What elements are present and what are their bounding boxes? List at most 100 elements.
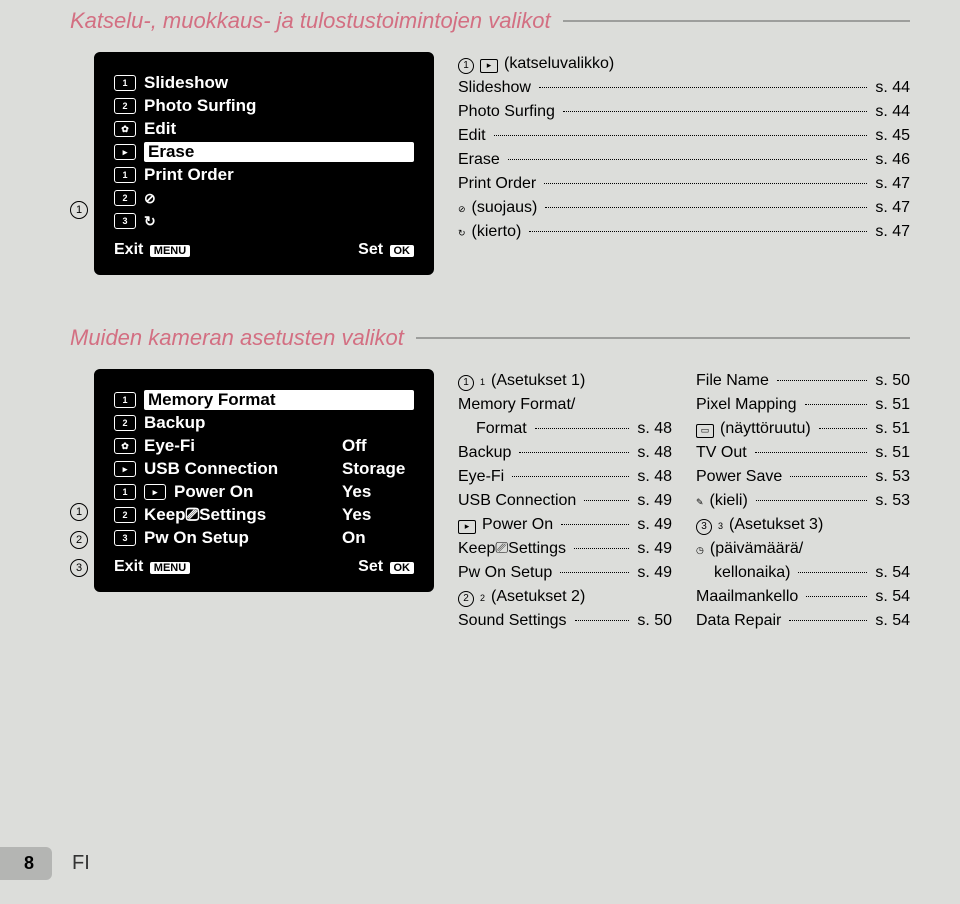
menu-row: ✿Edit <box>114 119 414 139</box>
entry-label: (Asetukset 2) <box>491 585 585 609</box>
list-entry: Maailmankellos. 54 <box>696 585 910 609</box>
entry-label: Pw On Setup <box>458 561 552 585</box>
page-ref: s. 45 <box>875 124 910 148</box>
entry-label: (suojaus) <box>472 196 538 220</box>
leader-dots <box>756 500 868 501</box>
menu-label: Pw On Setup <box>144 528 334 548</box>
list-entry: ↻(kierto)s. 47 <box>458 220 910 244</box>
list-entry: Photo Surfings. 44 <box>458 100 910 124</box>
clock-icon: ◷ <box>696 544 704 558</box>
page-ref: s. 54 <box>875 561 910 585</box>
entry-label: (katseluvalikko) <box>504 52 614 76</box>
exit-label: Exit MENU <box>114 558 190 576</box>
entry-label: Format <box>476 417 527 441</box>
entry-label: (kierto) <box>472 220 522 244</box>
page-ref: s. 50 <box>637 609 672 633</box>
camera-screen-playback: 1Slideshow2Photo Surfing✿Edit▸Erase1Prin… <box>94 52 434 275</box>
menu-row: ▸Erase <box>114 142 414 162</box>
leader-dots <box>805 404 868 405</box>
page-ref: s. 54 <box>875 609 910 633</box>
menu-row: 1▸Power OnYes <box>114 482 414 502</box>
movie-icon: ✿ <box>114 438 136 454</box>
menu-label: Memory Format <box>144 390 414 410</box>
entry-label: Erase <box>458 148 500 172</box>
page-ref: s. 44 <box>875 76 910 100</box>
wrench2-icon: 2 <box>480 592 485 606</box>
wrench3-icon: 3 <box>114 530 136 546</box>
list-entry: ◷ (päivämäärä/ <box>696 537 910 561</box>
wrench1-icon: 1 <box>114 167 136 183</box>
menu-row: ✿Eye-FiOff <box>114 436 414 456</box>
camera1-icon: 1 <box>114 75 136 91</box>
menu-key: MENU <box>150 245 190 257</box>
monitor-icon: ▭ <box>696 424 714 438</box>
page-ref: s. 51 <box>875 417 910 441</box>
entry-label: TV Out <box>696 441 747 465</box>
marker-2: 2 <box>70 531 88 549</box>
inline-marker: 3 <box>696 519 712 535</box>
list-entry: ✎(kieli)s. 53 <box>696 489 910 513</box>
camera2-icon: 2 <box>114 415 136 431</box>
entry-label: Memory Format/ <box>458 393 575 417</box>
leader-dots <box>512 476 629 477</box>
page-ref: s. 47 <box>875 172 910 196</box>
entry-label: (kieli) <box>710 489 748 513</box>
entry-label: (näyttöruutu) <box>720 417 811 441</box>
menu-label: Edit <box>144 119 414 139</box>
entry-label: Power On <box>482 513 553 537</box>
entry-label: Maailmankello <box>696 585 798 609</box>
entry-label: Backup <box>458 441 511 465</box>
menu-row: 2Backup <box>114 413 414 433</box>
list-entry: Pixel Mappings. 51 <box>696 393 910 417</box>
leader-dots <box>560 572 629 573</box>
list-entry: Formats. 48 <box>458 417 672 441</box>
page-ref: s. 50 <box>875 369 910 393</box>
list-entry: Eye-Fi s. 48 <box>458 465 672 489</box>
entry-label: (Asetukset 1) <box>491 369 585 393</box>
list-entry: Edit s. 45 <box>458 124 910 148</box>
section-title-2: Muiden kameran asetusten valikot <box>70 325 910 351</box>
list-entry: Sound Settings s. 50 <box>458 609 672 633</box>
list-entry: ▸Power Ons. 49 <box>458 513 672 537</box>
menu-label: Keep⎚Settings <box>144 505 334 525</box>
camera-screen-setup: 1Memory Format2Backup✿Eye-FiOff▸USB Conn… <box>94 369 434 592</box>
leader-dots <box>563 111 867 112</box>
leader-dots <box>529 231 867 232</box>
entry-label: Keep⎚Settings <box>458 537 566 561</box>
entry-label: Photo Surfing <box>458 100 555 124</box>
page-footer: 8 FI <box>0 847 960 880</box>
entry-label: (päivämäärä/ <box>710 537 803 561</box>
leader-dots <box>508 159 868 160</box>
set-label: Set OK <box>358 241 414 259</box>
page-ref: s. 46 <box>875 148 910 172</box>
leader-dots <box>561 524 629 525</box>
menu-label: Print Order <box>144 165 414 185</box>
rotate-icon: ↻ <box>458 227 466 241</box>
entry-label: Sound Settings <box>458 609 567 633</box>
list-entry: ▭ (näyttöruutu) s. 51 <box>696 417 910 441</box>
play-icon: ▸ <box>114 144 136 160</box>
page-ref: s. 49 <box>637 561 672 585</box>
leader-dots <box>544 183 867 184</box>
entry-label: Data Repair <box>696 609 781 633</box>
page-number: 8 <box>0 847 52 880</box>
list-entry: Print Orders. 47 <box>458 172 910 196</box>
entry-label: Slideshow <box>458 76 531 100</box>
page-ref: s. 51 <box>875 441 910 465</box>
page-ref: s. 53 <box>875 489 910 513</box>
protect-icon: ⊘ <box>458 203 466 217</box>
menu-row: 1 Print Order <box>114 165 414 185</box>
menu-value: Yes <box>342 482 414 502</box>
leader-dots <box>539 87 867 88</box>
page-ref: s. 48 <box>637 465 672 489</box>
menu-value: Yes <box>342 505 414 525</box>
entry-label: Eye-Fi <box>458 465 504 489</box>
page-ref: s. 47 <box>875 196 910 220</box>
wrench3-icon: 3 <box>718 520 723 534</box>
menu-label: Power On <box>174 482 334 502</box>
page-ref: s. 49 <box>637 513 672 537</box>
page-ref: s. 51 <box>875 393 910 417</box>
page-ref: s. 49 <box>637 537 672 561</box>
menu-row: 2Keep⎚SettingsYes <box>114 505 414 525</box>
entry-label: Edit <box>458 124 486 148</box>
